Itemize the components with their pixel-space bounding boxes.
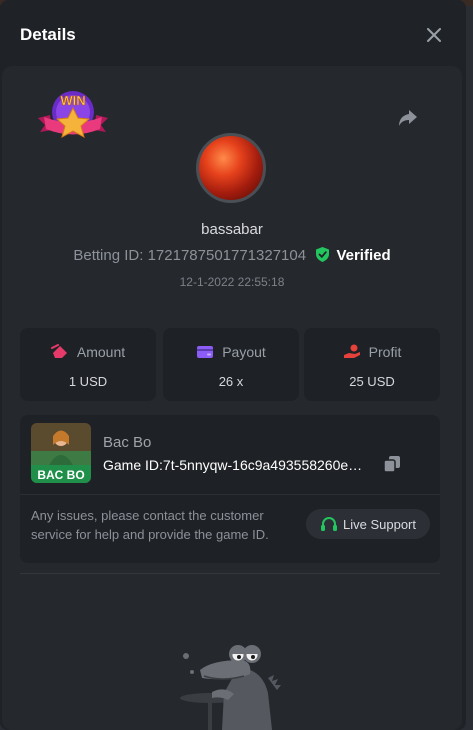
close-icon[interactable] (422, 23, 446, 47)
verified-shield-icon (316, 247, 330, 262)
stat-label-payout: Payout (222, 344, 266, 360)
game-card: BAC BO Bac Bo Game ID:7t-5nnyqw-16c9a493… (20, 415, 440, 563)
crocodile-mascot-icon (180, 645, 281, 730)
game-thumbnail-art: BAC BO (31, 423, 91, 483)
stat-value-payout: 26 x (218, 374, 244, 389)
game-name: Bac Bo (103, 434, 152, 451)
stat-label-amount: Amount (76, 344, 126, 360)
betting-id-row: Betting ID: 1721787501771327104 Verified (2, 247, 462, 264)
details-modal: Details WIN bassabar Betting ID: 1721787… (0, 0, 466, 730)
game-thumbnail[interactable]: BAC BO (31, 423, 91, 483)
modal-header: Details (0, 0, 466, 70)
live-support-label: Live Support (343, 516, 416, 532)
share-icon[interactable] (396, 106, 420, 130)
support-help-text: Any issues, please contact the customer … (31, 508, 269, 542)
game-card-divider (20, 494, 440, 495)
betting-id-value: 1721787501771327104 (147, 247, 307, 264)
stat-value-amount: 1 USD (68, 374, 108, 389)
section-divider (20, 573, 440, 574)
game-id-row: Game ID:7t-5nnyqw-16c9a493558260e8a4f1 (103, 457, 369, 473)
stat-label-profit: Profit (368, 344, 402, 360)
payout-card-icon (197, 346, 214, 358)
avatar (196, 133, 266, 203)
stat-value-profit: 25 USD (349, 374, 395, 389)
stat-card-amount: Amount 1 USD (20, 328, 156, 401)
bet-datetime: 12-1-2022 22:55:18 (179, 275, 285, 289)
modal-title: Details (20, 25, 76, 44)
copy-icon[interactable] (383, 455, 401, 473)
stat-card-profit: Profit 25 USD (304, 328, 440, 401)
win-badge-icon: WIN (38, 91, 108, 139)
profit-hand-icon (343, 344, 360, 358)
game-thumbnail-label: BAC BO (37, 468, 84, 482)
stat-card-payout: Payout 26 x (163, 328, 299, 401)
headset-icon (321, 517, 337, 531)
game-id-label: Game ID: (103, 457, 163, 473)
verified-label: Verified (336, 247, 391, 264)
game-id-value: 7t-5nnyqw-16c9a493558260e8a4f1 (162, 457, 369, 473)
username: bassabar (201, 221, 263, 238)
betting-id-label: Betting ID: (73, 247, 144, 264)
win-badge-text: WIN (60, 93, 85, 108)
live-support-button[interactable]: Live Support (306, 509, 430, 539)
bet-details-panel: WIN bassabar Betting ID: 172178750177132… (2, 66, 462, 730)
amount-icon (50, 344, 67, 358)
